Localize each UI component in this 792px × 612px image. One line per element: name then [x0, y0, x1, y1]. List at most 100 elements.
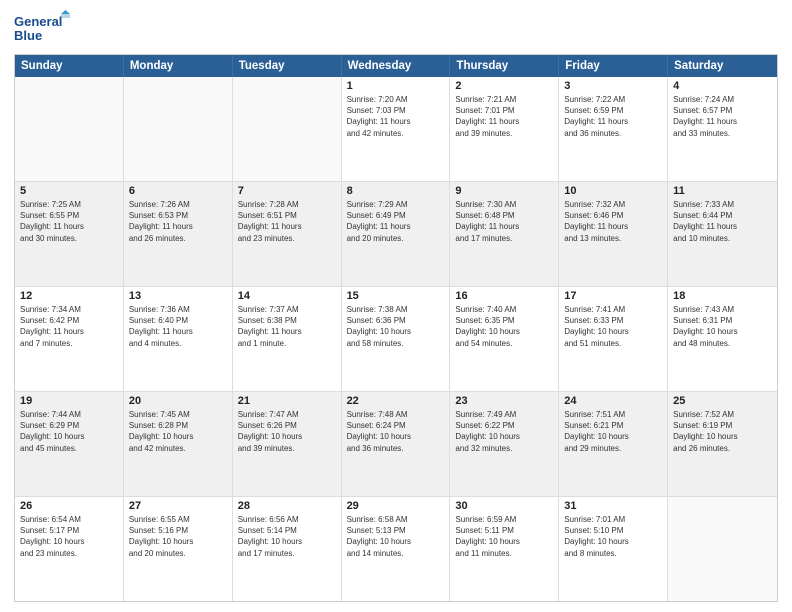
day-number-22: 22: [347, 395, 445, 407]
day-20: 20Sunrise: 7:45 AM Sunset: 6:28 PM Dayli…: [124, 392, 233, 496]
day-info-19: Sunrise: 7:44 AM Sunset: 6:29 PM Dayligh…: [20, 409, 118, 454]
empty-cell-r0c1: [124, 77, 233, 181]
day-info-27: Sunrise: 6:55 AM Sunset: 5:16 PM Dayligh…: [129, 514, 227, 559]
day-number-24: 24: [564, 395, 662, 407]
day-info-11: Sunrise: 7:33 AM Sunset: 6:44 PM Dayligh…: [673, 199, 772, 244]
day-26: 26 Sunrise: 6:54 AM Sunset: 5:17 PM Dayli…: [15, 497, 124, 601]
day-number-11: 11: [673, 185, 772, 197]
calendar-row-3: 19Sunrise: 7:44 AM Sunset: 6:29 PM Dayli…: [15, 391, 777, 496]
day-info-30: Sunrise: 6:59 AM Sunset: 5:11 PM Dayligh…: [455, 514, 553, 559]
calendar-row-2: 12 Sunrise: 7:34 AM Sunset: 6:42 PM Dayli…: [15, 286, 777, 391]
day-info-3: Sunrise: 7:22 AM Sunset: 6:59 PM Dayligh…: [564, 94, 662, 139]
day-info-4: Sunrise: 7:24 AM Sunset: 6:57 PM Dayligh…: [673, 94, 772, 139]
day-9: 9 Sunrise: 7:30 AM Sunset: 6:48 PM Daylig…: [450, 182, 559, 286]
day-info-5: Sunrise: 7:25 AM Sunset: 6:55 PM Dayligh…: [20, 199, 118, 244]
day-info-16: Sunrise: 7:40 AM Sunset: 6:35 PM Dayligh…: [455, 304, 553, 349]
day-1: 1Sunrise: 7:20 AM Sunset: 7:03 PM Daylig…: [342, 77, 451, 181]
day-number-8: 8: [347, 185, 445, 197]
header-tuesday: Tuesday: [233, 55, 342, 77]
day-info-18: Sunrise: 7:43 AM Sunset: 6:31 PM Dayligh…: [673, 304, 772, 349]
day-number-7: 7: [238, 185, 336, 197]
day-13: 13 Sunrise: 7:36 AM Sunset: 6:40 PM Dayli…: [124, 287, 233, 391]
day-17: 17Sunrise: 7:41 AM Sunset: 6:33 PM Dayli…: [559, 287, 668, 391]
day-5: 5Sunrise: 7:25 AM Sunset: 6:55 PM Daylig…: [15, 182, 124, 286]
day-23: 23 Sunrise: 7:49 AM Sunset: 6:22 PM Dayli…: [450, 392, 559, 496]
day-info-25: Sunrise: 7:52 AM Sunset: 6:19 PM Dayligh…: [673, 409, 772, 454]
day-number-27: 27: [129, 500, 227, 512]
logo: General Blue: [14, 10, 74, 48]
day-info-24: Sunrise: 7:51 AM Sunset: 6:21 PM Dayligh…: [564, 409, 662, 454]
day-info-9: Sunrise: 7:30 AM Sunset: 6:48 PM Dayligh…: [455, 199, 553, 244]
day-number-9: 9: [455, 185, 553, 197]
day-info-31: Sunrise: 7:01 AM Sunset: 5:10 PM Dayligh…: [564, 514, 662, 559]
logo-svg: General Blue: [14, 10, 74, 48]
day-number-10: 10: [564, 185, 662, 197]
calendar-row-1: 5Sunrise: 7:25 AM Sunset: 6:55 PM Daylig…: [15, 181, 777, 286]
day-info-15: Sunrise: 7:38 AM Sunset: 6:36 PM Dayligh…: [347, 304, 445, 349]
day-info-14: Sunrise: 7:37 AM Sunset: 6:38 PM Dayligh…: [238, 304, 336, 349]
day-31: 31 Sunrise: 7:01 AM Sunset: 5:10 PM Dayli…: [559, 497, 668, 601]
day-10: 10 Sunrise: 7:32 AM Sunset: 6:46 PM Dayli…: [559, 182, 668, 286]
calendar: SundayMondayTuesdayWednesdayThursdayFrid…: [14, 54, 778, 602]
day-30: 30Sunrise: 6:59 AM Sunset: 5:11 PM Dayli…: [450, 497, 559, 601]
day-info-1: Sunrise: 7:20 AM Sunset: 7:03 PM Dayligh…: [347, 94, 445, 139]
day-number-23: 23: [455, 395, 553, 407]
day-number-25: 25: [673, 395, 772, 407]
day-number-14: 14: [238, 290, 336, 302]
day-number-13: 13: [129, 290, 227, 302]
calendar-header: SundayMondayTuesdayWednesdayThursdayFrid…: [15, 55, 777, 77]
header-saturday: Saturday: [668, 55, 777, 77]
day-number-28: 28: [238, 500, 336, 512]
day-info-22: Sunrise: 7:48 AM Sunset: 6:24 PM Dayligh…: [347, 409, 445, 454]
day-info-2: Sunrise: 7:21 AM Sunset: 7:01 PM Dayligh…: [455, 94, 553, 139]
day-number-17: 17: [564, 290, 662, 302]
day-number-12: 12: [20, 290, 118, 302]
page: General Blue SundayMondayTuesdayWednesda…: [0, 0, 792, 612]
day-info-26: Sunrise: 6:54 AM Sunset: 5:17 PM Dayligh…: [20, 514, 118, 559]
empty-cell-r4c6: [668, 497, 777, 601]
day-info-13: Sunrise: 7:36 AM Sunset: 6:40 PM Dayligh…: [129, 304, 227, 349]
day-18: 18 Sunrise: 7:43 AM Sunset: 6:31 PM Dayli…: [668, 287, 777, 391]
calendar-row-0: 1Sunrise: 7:20 AM Sunset: 7:03 PM Daylig…: [15, 77, 777, 181]
day-info-12: Sunrise: 7:34 AM Sunset: 6:42 PM Dayligh…: [20, 304, 118, 349]
day-15: 15 Sunrise: 7:38 AM Sunset: 6:36 PM Dayli…: [342, 287, 451, 391]
svg-text:General: General: [14, 14, 62, 29]
day-24: 24 Sunrise: 7:51 AM Sunset: 6:21 PM Dayli…: [559, 392, 668, 496]
header-monday: Monday: [124, 55, 233, 77]
day-number-15: 15: [347, 290, 445, 302]
calendar-body: 1Sunrise: 7:20 AM Sunset: 7:03 PM Daylig…: [15, 77, 777, 601]
empty-cell-r0c0: [15, 77, 124, 181]
day-info-21: Sunrise: 7:47 AM Sunset: 6:26 PM Dayligh…: [238, 409, 336, 454]
day-number-18: 18: [673, 290, 772, 302]
day-12: 12 Sunrise: 7:34 AM Sunset: 6:42 PM Dayli…: [15, 287, 124, 391]
header-thursday: Thursday: [450, 55, 559, 77]
day-8: 8 Sunrise: 7:29 AM Sunset: 6:49 PM Daylig…: [342, 182, 451, 286]
day-info-8: Sunrise: 7:29 AM Sunset: 6:49 PM Dayligh…: [347, 199, 445, 244]
day-number-6: 6: [129, 185, 227, 197]
header-friday: Friday: [559, 55, 668, 77]
day-number-31: 31: [564, 500, 662, 512]
svg-text:Blue: Blue: [14, 28, 42, 43]
day-4: 4Sunrise: 7:24 AM Sunset: 6:57 PM Daylig…: [668, 77, 777, 181]
calendar-row-4: 26 Sunrise: 6:54 AM Sunset: 5:17 PM Dayli…: [15, 496, 777, 601]
day-28: 28Sunrise: 6:56 AM Sunset: 5:14 PM Dayli…: [233, 497, 342, 601]
day-number-26: 26: [20, 500, 118, 512]
day-number-3: 3: [564, 80, 662, 92]
day-6: 6Sunrise: 7:26 AM Sunset: 6:53 PM Daylig…: [124, 182, 233, 286]
day-22: 22 Sunrise: 7:48 AM Sunset: 6:24 PM Dayli…: [342, 392, 451, 496]
day-2: 2 Sunrise: 7:21 AM Sunset: 7:01 PM Daylig…: [450, 77, 559, 181]
day-29: 29 Sunrise: 6:58 AM Sunset: 5:13 PM Dayli…: [342, 497, 451, 601]
day-number-29: 29: [347, 500, 445, 512]
empty-cell-r0c2: [233, 77, 342, 181]
day-16: 16 Sunrise: 7:40 AM Sunset: 6:35 PM Dayli…: [450, 287, 559, 391]
day-info-23: Sunrise: 7:49 AM Sunset: 6:22 PM Dayligh…: [455, 409, 553, 454]
day-number-16: 16: [455, 290, 553, 302]
day-info-29: Sunrise: 6:58 AM Sunset: 5:13 PM Dayligh…: [347, 514, 445, 559]
day-info-10: Sunrise: 7:32 AM Sunset: 6:46 PM Dayligh…: [564, 199, 662, 244]
day-25: 25 Sunrise: 7:52 AM Sunset: 6:19 PM Dayli…: [668, 392, 777, 496]
day-19: 19Sunrise: 7:44 AM Sunset: 6:29 PM Dayli…: [15, 392, 124, 496]
day-number-2: 2: [455, 80, 553, 92]
day-21: 21 Sunrise: 7:47 AM Sunset: 6:26 PM Dayli…: [233, 392, 342, 496]
day-number-20: 20: [129, 395, 227, 407]
day-number-21: 21: [238, 395, 336, 407]
